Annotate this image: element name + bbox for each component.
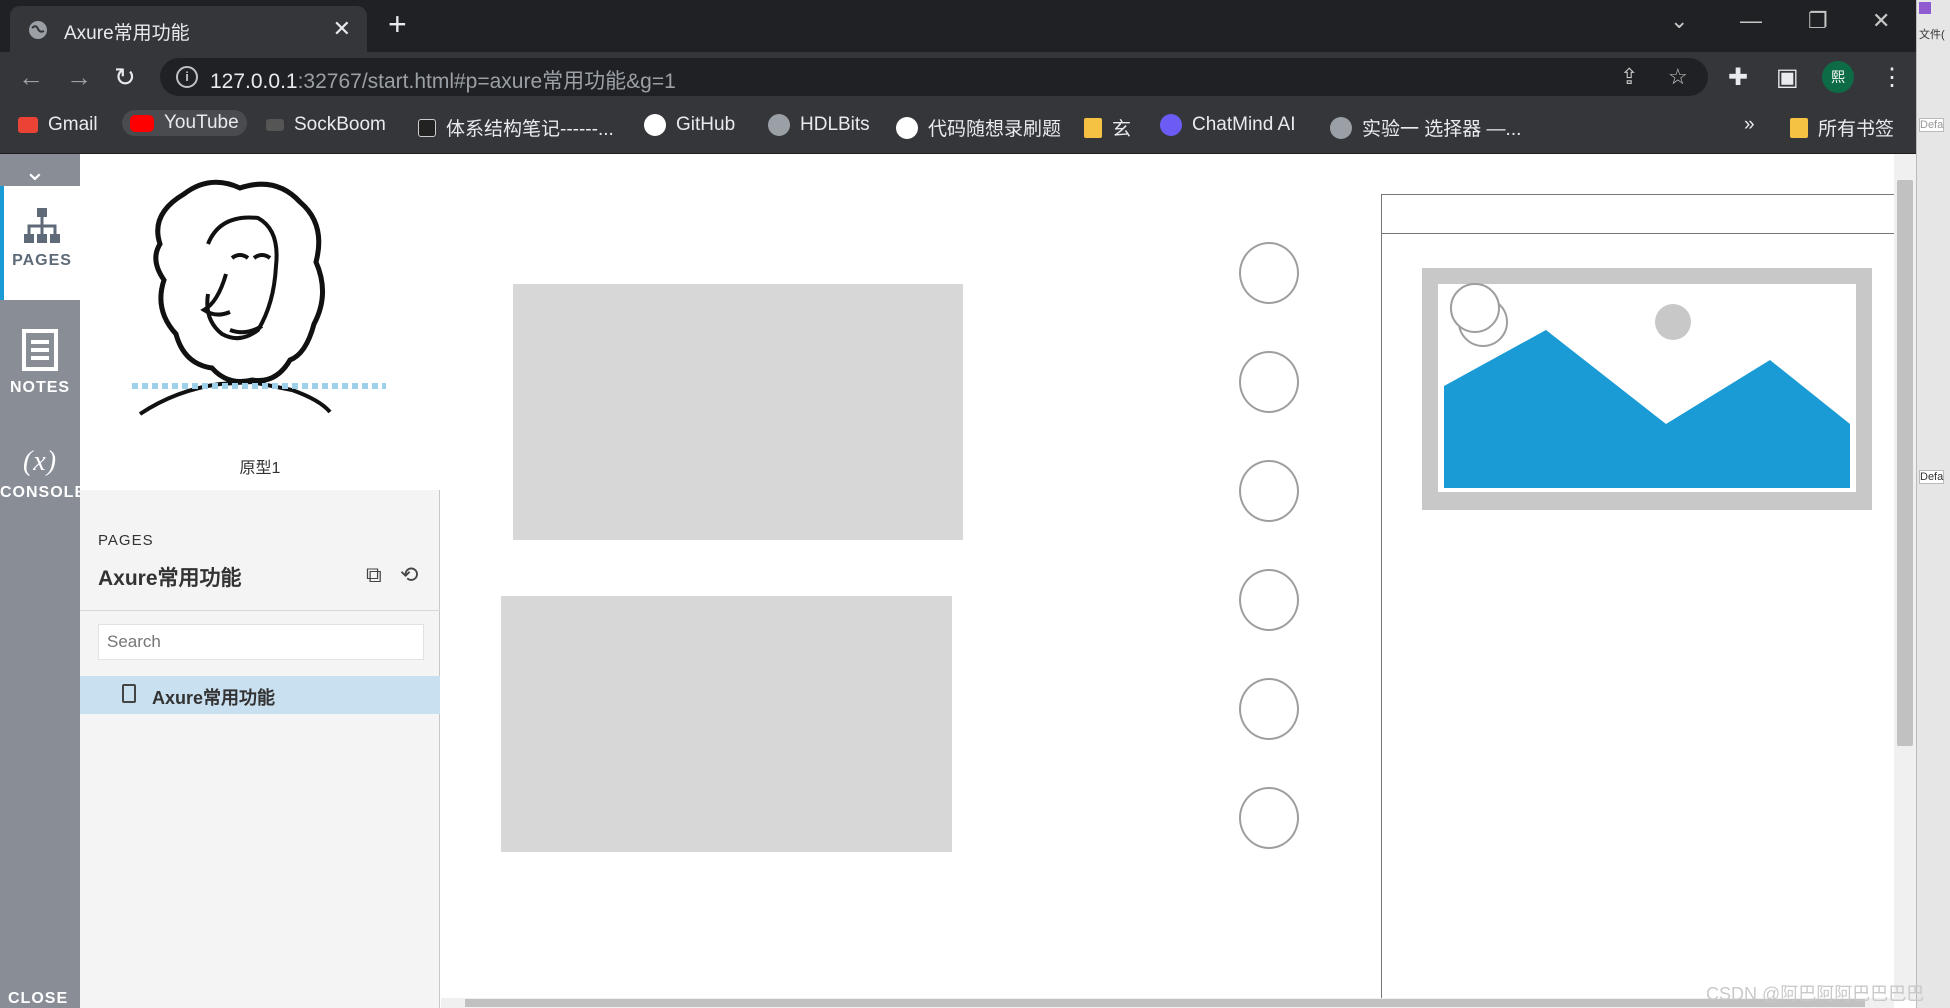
close-window-icon[interactable]: ✕ [1872,8,1890,34]
browser-tab[interactable]: Axure常用功能 ✕ [10,6,367,52]
close-tab-icon[interactable]: ✕ [333,16,351,42]
file-menu-label: 文件( [1919,29,1945,41]
bookmark-youtube[interactable]: YouTube [122,110,247,136]
project-title: Axure常用功能 [98,567,242,590]
tab-title: Axure常用功能 [64,23,190,44]
circle-shape[interactable] [1239,678,1299,740]
reload-icon[interactable]: ↻ [114,62,136,93]
restore-icon[interactable]: ❐ [1808,8,1828,34]
bookmark-arch-notes[interactable]: 体系结构笔记------... [418,114,614,141]
github-icon [896,116,918,139]
bookmarks-bar: Gmail YouTube SockBoom 体系结构笔记------... G… [0,102,1916,154]
background-app-strip: 文件( Defa Defa [1916,0,1950,1008]
style-dropdown: Defa [1919,470,1945,484]
bookmarks-overflow-button[interactable]: » [1744,114,1755,136]
prototype-logo-area: 原型1 [80,154,440,490]
bookmark-star-icon[interactable]: ☆ [1668,64,1688,90]
document-icon [122,684,136,703]
minimize-icon[interactable]: — [1740,8,1762,34]
image-placeholder-icon [1438,283,1856,492]
panel-divider [80,610,440,611]
horizontal-scrollbar[interactable] [441,998,1894,1008]
profile-avatar[interactable]: 熙 [1822,61,1854,93]
bookmark-chatmind[interactable]: ChatMind AI [1160,114,1296,136]
rail-close-button[interactable]: CLOSE [8,990,68,1008]
sockboom-icon [266,119,284,131]
placeholder-rectangle[interactable] [513,284,963,540]
placeholder-rectangle[interactable] [501,596,952,852]
bookmark-sockboom[interactable]: SockBoom [266,114,386,136]
page-list-item[interactable]: Axure常用功能 [80,676,440,714]
bookmark-experiment[interactable]: 实验一 选择器 —... [1330,114,1521,141]
sitemap-icon [24,208,60,243]
forward-icon[interactable]: → [66,62,92,93]
collapse-chevron-icon[interactable]: ⌄ [24,156,46,187]
circle-shape[interactable] [1239,242,1299,304]
gmail-icon [18,117,38,133]
page-label: Axure常用功能 [152,688,276,708]
bookmark-all-folder[interactable]: 所有书签 [1790,114,1894,141]
new-tab-button[interactable]: + [388,6,407,43]
tab-search-icon[interactable]: ⌄ [1670,8,1688,34]
youtube-icon [130,114,154,132]
circle-shape[interactable] [1239,569,1299,631]
browser-toolbar: ← → ↻ i 127.0.0.1:32767/start.html#p=axu… [0,52,1916,102]
rail-notes-button[interactable]: NOTES [0,329,80,429]
style-dropdown: Defa [1919,118,1945,132]
image-placeholder[interactable] [1422,268,1872,510]
bookmark-github[interactable]: GitHub [644,114,735,136]
rail-console-button[interactable]: (x) CONSOLE [0,446,85,546]
variable-icon: (x) [22,446,58,477]
tab-strip: Axure常用功能 ✕ + ⌄ — ❐ ✕ [0,0,1916,52]
notion-icon [418,118,436,137]
address-bar[interactable]: i 127.0.0.1:32767/start.html#p=axure常用功能… [160,58,1708,96]
pages-section-label: PAGES [98,532,154,549]
vertical-scrollbar[interactable] [1894,154,1916,1000]
globe-icon [768,114,790,136]
prototype-canvas [441,154,1911,1000]
bookmark-code-random[interactable]: 代码随想录刷题 [896,114,1061,141]
bookmark-xuan[interactable]: 玄 [1084,114,1131,141]
folder-icon [1084,117,1102,138]
folder-icon [1790,117,1808,138]
page-search-input[interactable] [98,624,424,660]
watermark-text: CSDN @阿巴阿阿巴巴巴巴 [1706,984,1925,1004]
scrollbar-thumb[interactable] [1897,180,1913,746]
back-icon[interactable]: ← [18,62,44,93]
chatmind-icon [1160,114,1182,136]
site-info-icon[interactable]: i [176,66,198,88]
bookmark-gmail[interactable]: Gmail [18,114,98,136]
circle-shape[interactable] [1239,351,1299,413]
circle-shape[interactable] [1239,460,1299,522]
rail-pages-button[interactable]: PAGES [0,186,80,300]
menu-icon[interactable]: ⋮ [1880,63,1904,92]
app-icon [1919,2,1931,14]
url-text: 127.0.0.1:32767/start.html#p=axure常用功能&g… [210,70,676,93]
github-icon [644,114,666,136]
share-icon[interactable]: ⇪ [1620,64,1638,90]
open-external-icon[interactable]: ⧉ [366,562,382,588]
hotspot-cursor-icon[interactable]: ⟲ [400,562,418,588]
side-panel-icon[interactable]: ▣ [1776,63,1799,92]
bookmark-hdlbits[interactable]: HDLBits [768,114,870,136]
notes-icon [22,329,58,371]
axure-left-rail: ⌄ PAGES NOTES (x) CONSOLE CLOSE [0,154,85,1008]
prototype-logo-image [132,179,386,416]
pages-panel: 原型1 PAGES Axure常用功能 ⧉ ⟲ Axure常用功能 [80,154,440,1008]
globe-icon [29,21,47,39]
prototype-name: 原型1 [239,460,281,477]
scrollbar-thumb[interactable] [465,999,1865,1007]
circle-shape[interactable] [1239,787,1299,849]
extensions-icon[interactable]: ✚ [1728,63,1748,92]
globe-icon [1330,116,1352,139]
